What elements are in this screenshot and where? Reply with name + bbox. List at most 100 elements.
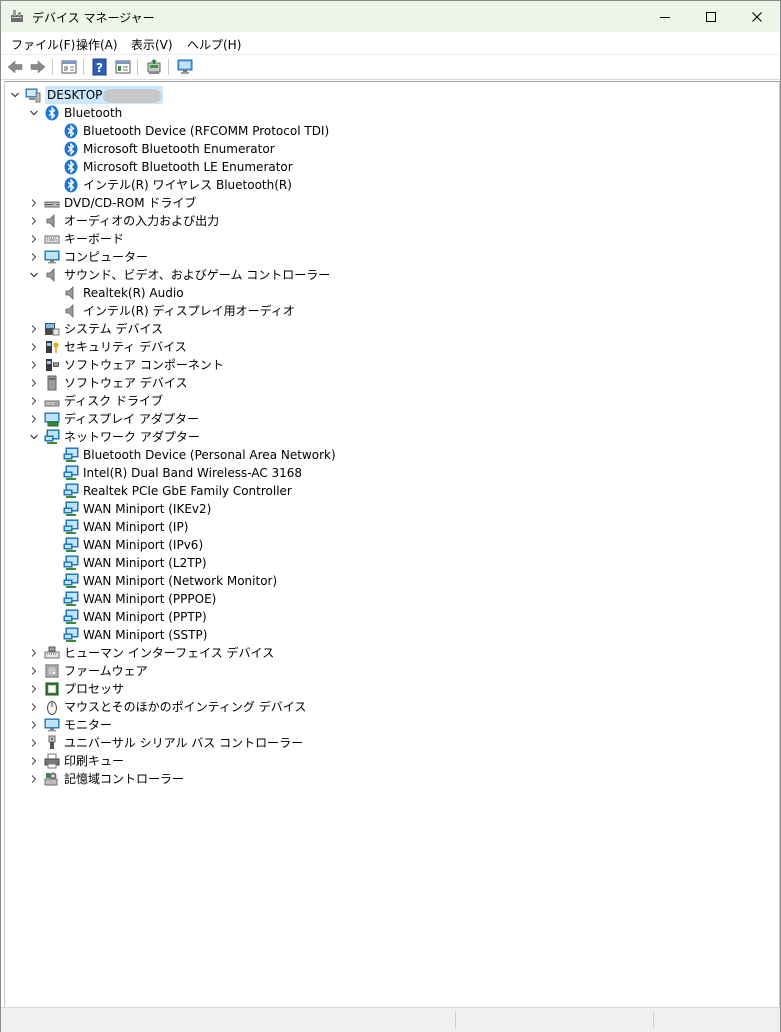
menu-action[interactable]: 操作(A) — [76, 36, 118, 53]
chevron-down-icon[interactable] — [29, 108, 39, 118]
chevron-right-icon[interactable] — [29, 648, 39, 658]
chevron-right-icon[interactable] — [29, 198, 39, 208]
minimize-button[interactable] — [642, 1, 688, 32]
category-label: コンピューター — [64, 250, 149, 264]
tree-category-node[interactable]: ヒューマン インターフェイス デバイス — [31, 644, 274, 662]
chevron-right-icon[interactable] — [29, 360, 39, 370]
maximize-button[interactable] — [688, 1, 734, 32]
tree-category-node[interactable]: ユニバーサル シリアル バス コントローラー — [31, 734, 303, 752]
status-separator — [455, 1011, 456, 1029]
computer-icon — [44, 250, 60, 264]
tree-category-node[interactable]: ソフトウェア デバイス — [31, 374, 187, 392]
tree-category-node[interactable]: オーディオの入力および出力 — [31, 212, 219, 230]
tree-category-node[interactable]: ソフトウェア コンポーネント — [31, 356, 224, 374]
network-adapter-icon — [63, 501, 79, 516]
tree-category-node[interactable]: キーボード — [31, 230, 125, 248]
chevron-right-icon[interactable] — [29, 342, 39, 352]
toolbar-separator — [137, 59, 138, 75]
chevron-right-icon[interactable] — [29, 684, 39, 694]
tree-category-node[interactable]: サウンド、ビデオ、およびゲーム コントローラー — [30, 266, 330, 284]
chevron-right-icon[interactable] — [29, 234, 39, 244]
tree-category-node[interactable]: 記憶域コントローラー — [31, 770, 185, 788]
category-label: キーボード — [64, 232, 125, 246]
close-button[interactable] — [734, 1, 780, 32]
scan-hardware-icon[interactable] — [176, 58, 194, 76]
chevron-right-icon[interactable] — [29, 378, 39, 388]
menu-help[interactable]: ヘルプ(H) — [187, 36, 241, 53]
device-tree[interactable]: DESKTOP Bluetooth Bluetooth Device (RFCOMM… — [4, 81, 780, 1008]
chevron-right-icon[interactable] — [29, 324, 39, 334]
tree-category-node[interactable]: システム デバイス — [31, 320, 163, 338]
chevron-right-icon[interactable] — [29, 702, 39, 712]
tree-device-node[interactable]: WAN Miniport (PPPOE) — [63, 590, 216, 608]
category-label: 記憶域コントローラー — [64, 772, 185, 786]
tree-category-node[interactable]: プロセッサ — [31, 680, 125, 698]
chevron-right-icon[interactable] — [29, 666, 39, 676]
tree-category-node[interactable]: コンピューター — [31, 248, 149, 266]
tree-device-node[interactable]: WAN Miniport (PPTP) — [63, 608, 207, 626]
chevron-right-icon[interactable] — [29, 720, 39, 730]
window-title: デバイス マネージャー — [32, 11, 155, 25]
bluetooth-icon — [45, 105, 59, 121]
tree-device-node[interactable]: Realtek(R) Audio — [63, 284, 184, 302]
tree-device-node[interactable]: Realtek PCIe GbE Family Controller — [63, 482, 292, 500]
tree-category-node[interactable]: マウスとそのほかのポインティング デバイス — [31, 698, 306, 716]
title-bar[interactable]: デバイス マネージャー — [1, 1, 780, 32]
tree-device-node[interactable]: Bluetooth Device (RFCOMM Protocol TDI) — [63, 122, 329, 140]
network-adapter-icon — [63, 537, 79, 552]
tree-category-node[interactable]: セキュリティ デバイス — [31, 338, 187, 356]
mouse-icon — [47, 701, 57, 715]
chevron-right-icon[interactable] — [29, 414, 39, 424]
action-view-icon[interactable] — [114, 58, 132, 76]
category-label: ソフトウェア コンポーネント — [64, 358, 224, 372]
menu-bar: ファイル(F) 操作(A) 表示(V) ヘルプ(H) — [1, 32, 780, 55]
chevron-down-icon[interactable] — [29, 432, 39, 442]
device-label: Bluetooth Device (Personal Area Network) — [83, 448, 336, 462]
tree-device-node[interactable]: WAN Miniport (Network Monitor) — [63, 572, 277, 590]
tree-category-node[interactable]: モニター — [31, 716, 112, 734]
tree-device-node[interactable]: WAN Miniport (SSTP) — [63, 626, 207, 644]
tree-device-node[interactable]: Microsoft Bluetooth LE Enumerator — [63, 158, 293, 176]
status-separator — [653, 1011, 654, 1029]
toolbar-separator — [168, 59, 169, 75]
tree-device-node[interactable]: WAN Miniport (L2TP) — [63, 554, 207, 572]
forward-icon[interactable] — [29, 58, 47, 76]
tree-category-node[interactable]: ネットワーク アダプター — [30, 428, 200, 446]
chevron-down-icon[interactable] — [10, 90, 20, 100]
tree-category-node[interactable]: ファームウェア — [31, 662, 148, 680]
tree-category-node[interactable]: ディスプレイ アダプター — [31, 410, 199, 428]
tree-device-node[interactable]: Intel(R) Dual Band Wireless-AC 3168 — [63, 464, 302, 482]
chevron-right-icon[interactable] — [29, 738, 39, 748]
menu-file[interactable]: ファイル(F) — [11, 36, 75, 53]
device-label: WAN Miniport (Network Monitor) — [83, 574, 278, 588]
tree-device-node[interactable]: Microsoft Bluetooth Enumerator — [63, 140, 275, 158]
update-driver-icon[interactable] — [145, 58, 163, 76]
tree-device-node[interactable]: WAN Miniport (IKEv2) — [63, 500, 211, 518]
tree-device-node[interactable]: Bluetooth Device (Personal Area Network) — [63, 446, 336, 464]
back-icon[interactable] — [6, 58, 24, 76]
menu-view[interactable]: 表示(V) — [131, 36, 173, 53]
tree-root-node[interactable]: DESKTOP — [11, 86, 164, 104]
chevron-right-icon[interactable] — [29, 216, 39, 226]
tree-device-node[interactable]: WAN Miniport (IPv6) — [63, 536, 203, 554]
chevron-right-icon[interactable] — [29, 396, 39, 406]
chevron-right-icon[interactable] — [29, 252, 39, 262]
printer-icon — [44, 753, 60, 769]
tree-category-node[interactable]: 印刷キュー — [31, 752, 124, 770]
tree-device-node[interactable]: インテル(R) ワイヤレス Bluetooth(R) — [63, 176, 292, 194]
category-label: プロセッサ — [64, 682, 125, 696]
device-label: WAN Miniport (SSTP) — [83, 628, 208, 642]
tree-category-node[interactable]: DVD/CD-ROM ドライブ — [31, 194, 196, 212]
tree-category-node[interactable]: Bluetooth — [30, 104, 122, 122]
properties-view-icon[interactable] — [60, 58, 78, 76]
bluetooth-icon — [64, 159, 78, 175]
tree-device-node[interactable]: インテル(R) ディスプレイ用オーディオ — [63, 302, 295, 320]
chevron-down-icon[interactable] — [29, 270, 39, 280]
chevron-right-icon[interactable] — [29, 774, 39, 784]
chevron-right-icon[interactable] — [29, 756, 39, 766]
security-device-icon — [46, 341, 59, 353]
tree-device-node[interactable]: WAN Miniport (IP) — [63, 518, 188, 536]
help-icon[interactable]: ? — [91, 58, 109, 76]
tree-category-node[interactable]: ディスク ドライブ — [31, 392, 163, 410]
computer-root-icon — [25, 88, 41, 103]
